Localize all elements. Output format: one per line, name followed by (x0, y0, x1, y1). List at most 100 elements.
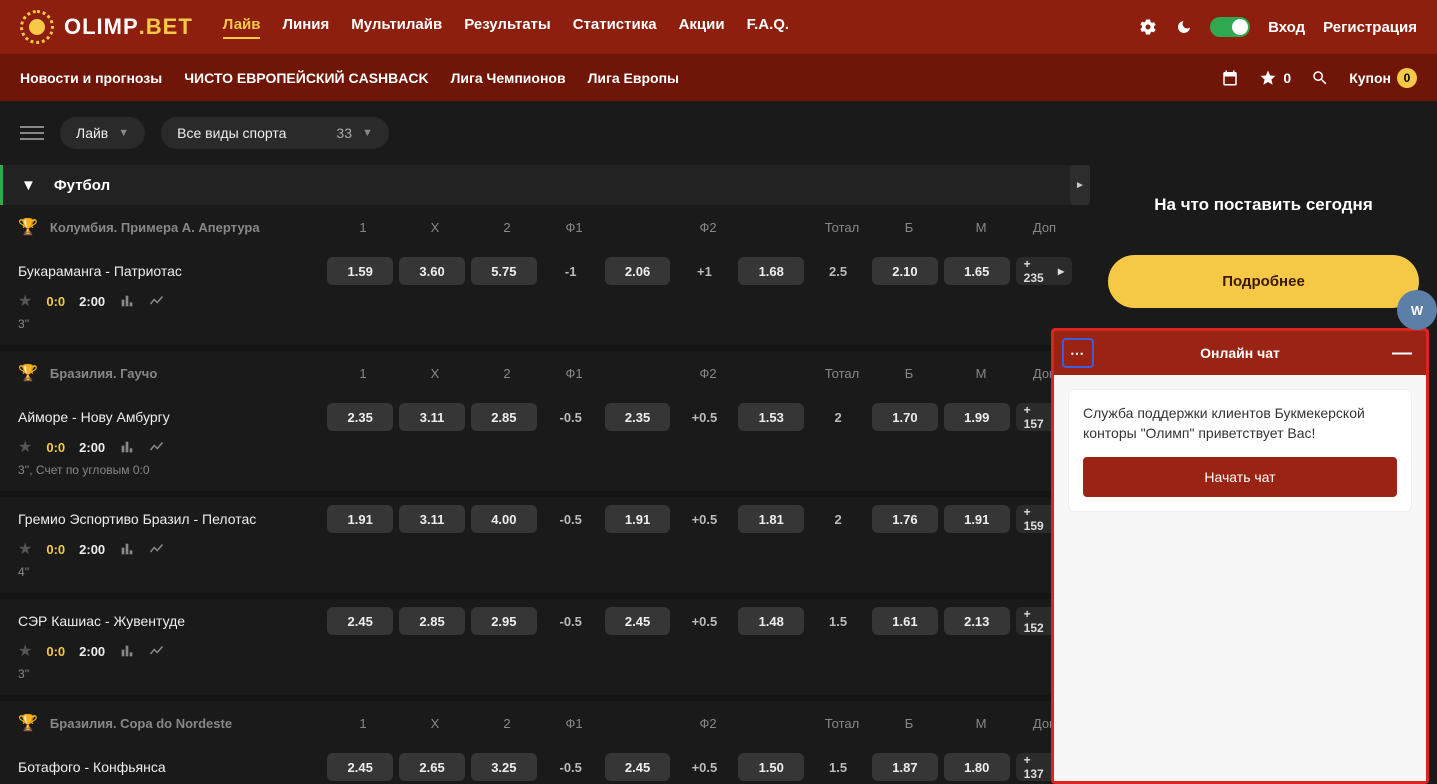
match-teams[interactable]: Гремио Эспортиво Бразил - Пелотас (18, 511, 327, 527)
odd-1[interactable]: 2.35 (327, 403, 393, 431)
odd-under[interactable]: 1.91 (944, 505, 1010, 533)
mode-select[interactable]: Лайв ▼ (60, 117, 145, 149)
col-x: X (399, 220, 471, 235)
odd-x[interactable]: 3.11 (399, 505, 465, 533)
match-teams[interactable]: СЭР Кашиас - Жувентуде (18, 613, 327, 629)
login-button[interactable]: Вход (1268, 19, 1305, 36)
odd-under[interactable]: 2.13 (944, 607, 1010, 635)
odd-1[interactable]: 1.91 (327, 505, 393, 533)
favorites-count[interactable]: 0 (1259, 69, 1291, 87)
subnav-item[interactable]: Новости и прогнозы (20, 70, 162, 86)
match-teams[interactable]: Букараманга - Патриотас (18, 263, 327, 279)
logo[interactable]: OLIMP.BET (20, 10, 193, 44)
col-b: Б (873, 220, 945, 235)
nav-item[interactable]: Акции (679, 16, 725, 39)
odd-over[interactable]: 1.87 (872, 753, 938, 781)
league-header[interactable]: 🏆Бразилия. Copa do Nordeste1X2Ф1Ф2ТоталБ… (0, 701, 1090, 745)
favorite-star-icon[interactable]: ★ (18, 437, 32, 457)
odd-f2[interactable]: 1.81 (738, 505, 804, 533)
logo-suffix: .BET (139, 14, 193, 40)
favorite-star-icon[interactable]: ★ (18, 291, 32, 311)
col-m: М (945, 220, 1017, 235)
odd-x[interactable]: 2.85 (399, 607, 465, 635)
register-button[interactable]: Регистрация (1323, 19, 1417, 36)
stats-icon[interactable] (119, 541, 135, 557)
league-header[interactable]: 🏆Бразилия. Гаучо1X2Ф1Ф2ТоталБМДоп (0, 351, 1090, 395)
odd-x[interactable]: 3.60 (399, 257, 465, 285)
chevron-down-icon[interactable]: ▼ (21, 177, 36, 194)
league-name: Колумбия. Примера A. Апертура (50, 220, 327, 235)
col-f2-spread: Ф2 (677, 366, 739, 381)
trend-icon[interactable] (149, 542, 167, 556)
trend-icon[interactable] (149, 440, 167, 454)
odd-1[interactable]: 1.59 (327, 257, 393, 285)
league-header[interactable]: 🏆Колумбия. Примера A. Апертура1X2Ф1Ф2Тот… (0, 205, 1090, 249)
subnav-item[interactable]: Лига Европы (588, 70, 679, 86)
nav-item[interactable]: Лайв (223, 16, 261, 39)
odd-under[interactable]: 1.99 (944, 403, 1010, 431)
odd-x[interactable]: 2.65 (399, 753, 465, 781)
score: 0:0 (46, 440, 65, 455)
nav-item[interactable]: F.A.Q. (747, 16, 790, 39)
odd-f2[interactable]: 1.48 (738, 607, 804, 635)
odd-f2[interactable]: 1.68 (738, 257, 804, 285)
nav-item[interactable]: Линия (282, 16, 329, 39)
more-markets-button[interactable]: + 235 ▸ (1016, 257, 1072, 285)
odd-f1[interactable]: 2.35 (605, 403, 671, 431)
odd-f1[interactable]: 2.45 (605, 753, 671, 781)
gear-icon[interactable] (1138, 17, 1158, 37)
odd-2[interactable]: 4.00 (471, 505, 537, 533)
stats-icon[interactable] (119, 293, 135, 309)
odd-f2[interactable]: 1.50 (738, 753, 804, 781)
nav-item[interactable]: Результаты (464, 16, 550, 39)
odd-1[interactable]: 2.45 (327, 607, 393, 635)
odd-over[interactable]: 1.61 (872, 607, 938, 635)
favorite-star-icon[interactable]: ★ (18, 641, 32, 661)
sidebar-more-button[interactable]: Подробнее (1108, 255, 1419, 308)
chat-title: Онлайн чат (1054, 345, 1426, 361)
odd-2[interactable]: 2.95 (471, 607, 537, 635)
match-teams[interactable]: Ботафого - Конфьянса (18, 759, 327, 775)
menu-icon[interactable] (20, 126, 44, 140)
sport-header[interactable]: ▼ Футбол (0, 165, 1090, 205)
subnav-item[interactable]: ЧИСТО ЕВРОПЕЙСКИЙ CASHBACK (184, 70, 428, 86)
mode-label: Лайв (76, 125, 108, 141)
favorite-star-icon[interactable]: ★ (18, 539, 32, 559)
odd-over[interactable]: 1.76 (872, 505, 938, 533)
vk-icon[interactable]: W (1397, 290, 1437, 330)
trend-icon[interactable] (149, 644, 167, 658)
stats-icon[interactable] (119, 439, 135, 455)
odd-2[interactable]: 3.25 (471, 753, 537, 781)
odd-x[interactable]: 3.11 (399, 403, 465, 431)
stats-icon[interactable] (119, 643, 135, 659)
total-line: 2.5 (810, 264, 866, 279)
next-arrow-icon[interactable]: ► (1070, 165, 1090, 205)
nav-item[interactable]: Мультилайв (351, 16, 442, 39)
theme-toggle[interactable] (1210, 17, 1250, 37)
trend-icon[interactable] (149, 294, 167, 308)
odd-under[interactable]: 1.80 (944, 753, 1010, 781)
odd-2[interactable]: 5.75 (471, 257, 537, 285)
odd-over[interactable]: 2.10 (872, 257, 938, 285)
search-icon[interactable] (1311, 69, 1329, 87)
coupon-label: Купон (1349, 70, 1391, 86)
odd-under[interactable]: 1.65 (944, 257, 1010, 285)
match-note: 3'' (18, 667, 1072, 681)
chat-start-button[interactable]: Начать чат (1083, 457, 1397, 497)
odd-1[interactable]: 2.45 (327, 753, 393, 781)
coupon-button[interactable]: Купон 0 (1349, 68, 1417, 88)
coupon-count: 0 (1397, 68, 1417, 88)
odd-f2[interactable]: 1.53 (738, 403, 804, 431)
match-teams[interactable]: Айморе - Нову Амбургу (18, 409, 327, 425)
col-1: 1 (327, 716, 399, 731)
odd-over[interactable]: 1.70 (872, 403, 938, 431)
sport-count: 33 (336, 125, 352, 141)
odd-f1[interactable]: 2.06 (605, 257, 671, 285)
nav-item[interactable]: Статистика (573, 16, 657, 39)
odd-f1[interactable]: 2.45 (605, 607, 671, 635)
subnav-item[interactable]: Лига Чемпионов (451, 70, 566, 86)
calendar-icon[interactable] (1221, 69, 1239, 87)
odd-f1[interactable]: 1.91 (605, 505, 671, 533)
sport-select[interactable]: Все виды спорта 33 ▼ (161, 117, 389, 149)
odd-2[interactable]: 2.85 (471, 403, 537, 431)
